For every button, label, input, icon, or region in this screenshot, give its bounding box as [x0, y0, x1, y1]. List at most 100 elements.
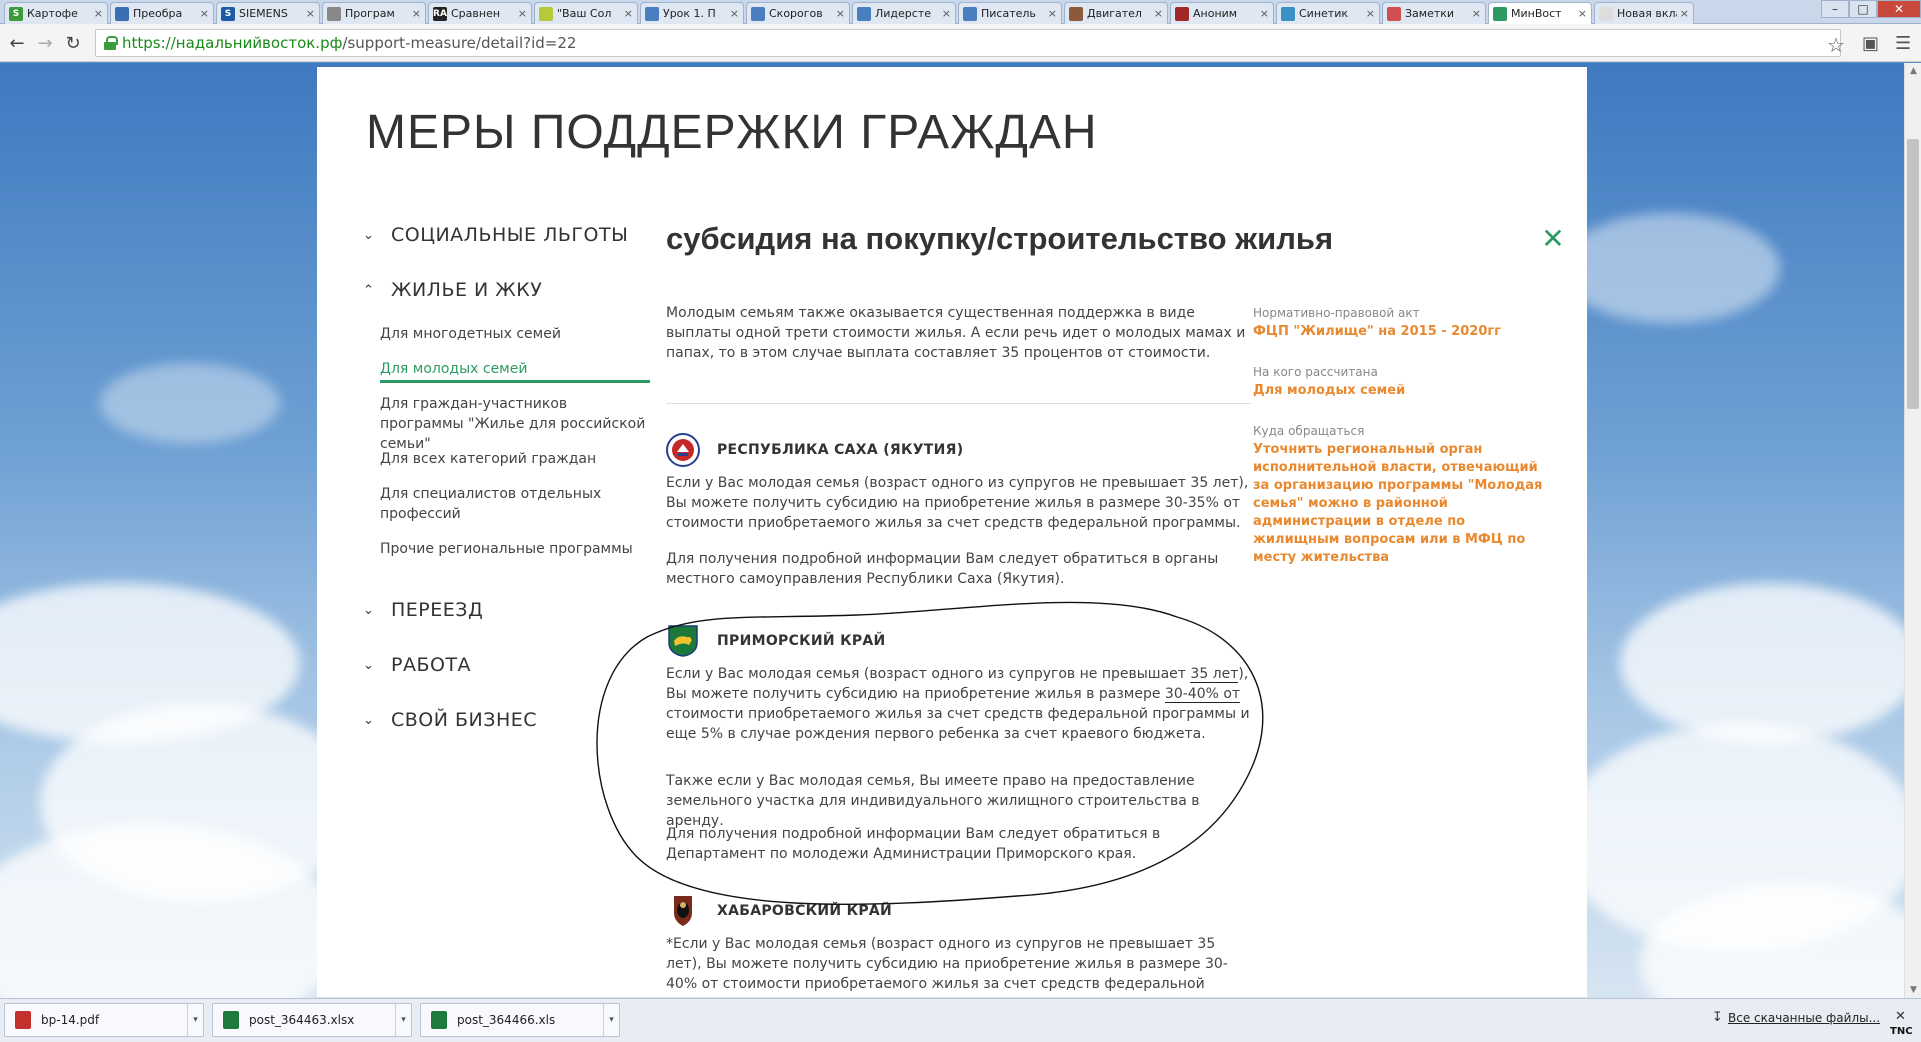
back-arrow-icon[interactable]: ← — [6, 32, 28, 54]
browser-tab[interactable]: Новая вкла × — [1594, 2, 1694, 24]
tab-close-icon[interactable]: × — [412, 7, 421, 20]
nav-item-young-families[interactable]: Для молодых семей — [380, 359, 650, 379]
scroll-down-icon[interactable]: ▼ — [1905, 982, 1921, 998]
tab-close-icon[interactable]: × — [1260, 7, 1269, 20]
browser-tab[interactable]: RA Сравнен × — [428, 2, 532, 24]
chevron-down-icon[interactable]: ▾ — [603, 1004, 619, 1036]
tab-favicon-icon — [1493, 6, 1507, 21]
tab-close-icon[interactable]: × — [1366, 7, 1375, 20]
nav-item-other-programs[interactable]: Прочие региональные программы — [380, 539, 650, 559]
tab-close-icon[interactable]: × — [1680, 7, 1689, 20]
tab-favicon-icon — [857, 6, 871, 21]
tab-close-icon[interactable]: × — [200, 7, 209, 20]
nav-section-social[interactable]: ⌄ СОЦИАЛЬНЫЕ ЛЬГОТЫ — [363, 224, 628, 246]
tab-favicon-icon — [1387, 6, 1401, 21]
url-host: https://надальнийвосток.рф — [122, 34, 343, 52]
tab-close-icon[interactable]: × — [942, 7, 951, 20]
meta-contact-link[interactable]: Уточнить региональный орган исполнительн… — [1253, 441, 1543, 567]
meta-target-label: На кого рассчитана — [1253, 365, 1378, 379]
browser-tab[interactable]: Писатель × — [958, 2, 1062, 24]
nav-section-label: РАБОТА — [391, 654, 472, 676]
reload-icon[interactable]: ↻ — [62, 32, 84, 54]
download-item-xls[interactable]: post_364466.xls ▾ — [420, 1003, 620, 1037]
chevron-down-icon: ⌄ — [363, 712, 375, 728]
nav-item-large-families[interactable]: Для многодетных семей — [380, 324, 650, 344]
scroll-up-icon[interactable]: ▲ — [1905, 63, 1921, 79]
extension-icon[interactable]: ▣ — [1862, 33, 1879, 54]
scroll-thumb[interactable] — [1907, 139, 1919, 409]
browser-tab[interactable]: МинВост × — [1488, 2, 1592, 24]
tab-close-icon[interactable]: × — [1154, 7, 1163, 20]
download-item-pdf[interactable]: bp-14.pdf ▾ — [4, 1003, 204, 1037]
chevron-up-icon: ⌃ — [363, 282, 375, 298]
support-measures-card: МЕРЫ ПОДДЕРЖКИ ГРАЖДАН ⌄ СОЦИАЛЬНЫЕ ЛЬГО… — [317, 67, 1587, 997]
browser-tab[interactable]: Скорогов × — [746, 2, 850, 24]
primorsky-emblem-icon — [668, 625, 698, 657]
show-all-downloads-link[interactable]: Все скачанные файлы... — [1728, 1011, 1880, 1025]
nav-item-specialists[interactable]: Для специалистов отдельных профессий — [380, 484, 650, 524]
tab-strip: S Картофе × Преобра × S SIEMENS × Програм × RA Срав… — [0, 0, 1921, 24]
download-filename: post_364463.xlsx — [249, 1013, 355, 1027]
nav-item-program-participants[interactable]: Для граждан-участников программы "Жилье … — [380, 394, 650, 454]
primorsky-text-1: Если у Вас молодая семья (возраст одного… — [666, 666, 1250, 742]
menu-icon[interactable]: ☰ — [1895, 33, 1911, 54]
meta-target-link[interactable]: Для молодых семей — [1253, 382, 1543, 400]
browser-tab[interactable]: Преобра × — [110, 2, 214, 24]
nav-section-label: ПЕРЕЕЗД — [391, 599, 484, 621]
download-item-xlsx[interactable]: post_364463.xlsx ▾ — [212, 1003, 412, 1037]
primorsky-text-2: Также если у Вас молодая семья, Вы имеет… — [666, 773, 1200, 829]
chevron-down-icon[interactable]: ▾ — [187, 1004, 203, 1036]
meta-act-link[interactable]: ФЦП "Жилище" на 2015 - 2020гг — [1253, 323, 1543, 341]
browser-tab[interactable]: Двигател × — [1064, 2, 1168, 24]
chevron-down-icon[interactable]: ▾ — [395, 1004, 411, 1036]
tab-favicon-icon — [539, 6, 553, 21]
address-bar[interactable]: https://надальнийвосток.рф/support-measu… — [95, 29, 1841, 57]
tab-label: Аноним — [1193, 7, 1238, 20]
tab-close-icon[interactable]: × — [730, 7, 739, 20]
nav-item-all-categories[interactable]: Для всех категорий граждан — [380, 449, 650, 469]
maximize-icon[interactable]: □ — [1849, 0, 1877, 18]
close-icon[interactable]: ✕ — [1541, 225, 1565, 253]
tab-close-icon[interactable]: × — [306, 7, 315, 20]
tab-close-icon[interactable]: × — [1578, 7, 1587, 20]
excel-file-icon — [431, 1011, 447, 1029]
tab-close-icon[interactable]: × — [518, 7, 527, 20]
tab-favicon-icon — [1281, 6, 1295, 21]
forward-arrow-icon[interactable]: → — [34, 32, 56, 54]
nav-section-relocation[interactable]: ⌄ ПЕРЕЕЗД — [363, 599, 483, 621]
tab-close-icon[interactable]: × — [624, 7, 633, 20]
nav-section-work[interactable]: ⌄ РАБОТА — [363, 654, 471, 676]
primorsky-text-3: Для получения подробной информации Вам с… — [666, 826, 1161, 862]
tab-close-icon[interactable]: × — [94, 7, 103, 20]
tab-favicon-icon — [963, 6, 977, 21]
tab-favicon-icon — [645, 6, 659, 21]
browser-tab[interactable]: S SIEMENS × — [216, 2, 320, 24]
highlight-age: 35 лет — [1190, 666, 1239, 683]
close-icon[interactable]: ✕ — [1895, 1009, 1906, 1024]
page-scrollbar[interactable]: ▲ ▼ — [1904, 63, 1921, 998]
close-window-icon[interactable]: ✕ — [1877, 0, 1921, 18]
tab-close-icon[interactable]: × — [836, 7, 845, 20]
browser-tab[interactable]: "Ваш Сол × — [534, 2, 638, 24]
browser-tab[interactable]: Урок 1. П × — [640, 2, 744, 24]
tab-close-icon[interactable]: × — [1048, 7, 1057, 20]
tab-label: Урок 1. П — [663, 7, 716, 20]
tab-close-icon[interactable]: × — [1472, 7, 1481, 20]
browser-tab[interactable]: S Картофе × — [4, 2, 108, 24]
yakutia-emblem-icon — [666, 433, 700, 467]
nav-section-label: СОЦИАЛЬНЫЕ ЛЬГОТЫ — [391, 224, 629, 246]
tab-label: МинВост — [1511, 7, 1562, 20]
tab-label: Синетик — [1299, 7, 1348, 20]
star-bookmark-icon[interactable]: ☆ — [1827, 33, 1845, 57]
nav-section-housing[interactable]: ⌃ ЖИЛЬЕ И ЖКУ — [363, 279, 542, 301]
browser-tab[interactable]: Заметки × — [1382, 2, 1486, 24]
detail-title: субсидия на покупку/строительство жилья — [666, 221, 1334, 256]
browser-tab[interactable]: Аноним × — [1170, 2, 1274, 24]
browser-tab[interactable]: Лидерсте × — [852, 2, 956, 24]
active-nav-underline — [380, 380, 650, 383]
browser-tab[interactable]: Синетик × — [1276, 2, 1380, 24]
minimize-icon[interactable]: – — [1821, 0, 1849, 18]
nav-section-business[interactable]: ⌄ СВОЙ БИЗНЕС — [363, 709, 537, 731]
tab-favicon-icon — [115, 6, 129, 21]
browser-tab[interactable]: Програм × — [322, 2, 426, 24]
